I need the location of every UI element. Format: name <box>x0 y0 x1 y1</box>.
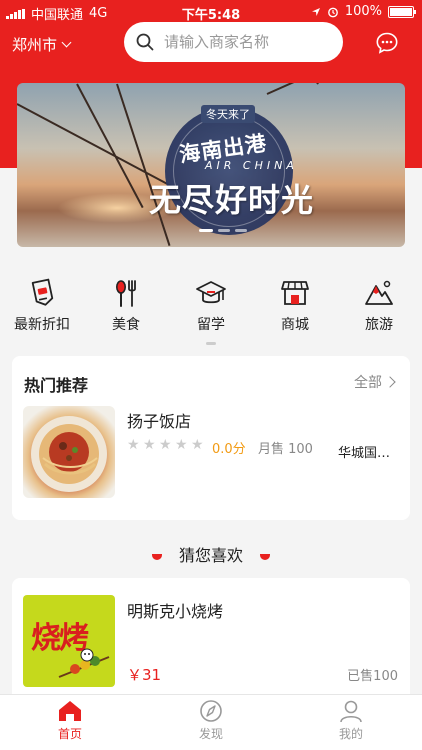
shop-sold-count: 已售100 <box>347 669 398 684</box>
search-input[interactable] <box>164 33 324 51</box>
star-icon: ★ <box>191 437 204 453</box>
bottom-tab-bar: 首页 发现 我的 <box>0 694 422 750</box>
discount-tag-icon <box>31 278 54 306</box>
compass-icon <box>200 700 222 722</box>
category-label: 旅游 <box>365 317 393 333</box>
banner-airline: AIR CHINA <box>205 159 298 172</box>
battery-label: 100% <box>344 4 382 19</box>
banner-rope <box>76 83 144 209</box>
tab-discover[interactable]: 发现 <box>171 699 251 742</box>
section-title: 猜您喜欢 <box>178 546 243 565</box>
tab-label: 我的 <box>338 727 363 741</box>
chevron-down-icon <box>61 37 72 48</box>
star-icon: ★ <box>159 437 172 453</box>
shop-thumbnail: 烧烤 <box>23 595 115 687</box>
battery-fill <box>390 7 412 16</box>
fork-spoon-icon <box>116 280 136 307</box>
search-bar[interactable] <box>124 22 343 62</box>
restaurant-location: 华城国际中心 <box>338 446 402 461</box>
star-icon: ★ <box>143 437 156 453</box>
rating-score: 0.0分 <box>212 442 246 457</box>
category-page-indicator <box>206 342 216 345</box>
list-item[interactable]: 烧烤 明斯克小烧烤 ￥31 已售100 <box>12 578 410 696</box>
hot-recommend-card: 热门推荐 全部 扬子饭店 ★ ★ ★ ★ ★ 0.0分 月售 100 华城国际中… <box>12 356 410 520</box>
top-header: 郑州市 <box>0 22 422 66</box>
monthly-sales: 月售 100 <box>258 442 313 457</box>
city-selector[interactable]: 郑州市 <box>12 34 72 55</box>
category-mall[interactable]: 商城 <box>255 278 335 334</box>
category-discount[interactable]: 最新折扣 <box>2 278 82 334</box>
graduation-cap-icon <box>196 281 226 304</box>
status-bar: 中国联通 4G 下午5:48 100% <box>0 0 422 24</box>
tab-label: 发现 <box>198 727 223 741</box>
search-icon <box>136 33 154 51</box>
category-label: 美食 <box>112 317 140 333</box>
restaurant-name[interactable]: 扬子饭店 <box>127 408 191 432</box>
rating-stars: ★ ★ ★ ★ ★ <box>127 438 205 452</box>
category-grid: 最新折扣 美食 留学 商城 旅游 <box>0 278 422 338</box>
category-label: 商城 <box>281 317 309 333</box>
shop-icon <box>281 281 309 305</box>
category-travel[interactable]: 旅游 <box>339 278 419 334</box>
tab-home[interactable]: 首页 <box>30 699 110 742</box>
tab-profile[interactable]: 我的 <box>311 699 391 742</box>
tab-label: 首页 <box>57 727 82 741</box>
view-all-link[interactable]: 全部 <box>354 372 396 392</box>
battery-icon <box>388 5 416 18</box>
promo-banner[interactable]: 冬天来了 海南出港 AIR CHINA 无尽好时光 <box>17 83 405 247</box>
skewer-icon <box>58 648 110 678</box>
home-icon <box>59 701 81 721</box>
category-label: 最新折扣 <box>14 317 70 333</box>
user-icon <box>340 700 362 723</box>
alarm-icon <box>327 7 338 17</box>
section-title: 热门推荐 <box>24 376 89 395</box>
chevron-right-icon <box>384 376 396 388</box>
banner-rope <box>316 83 380 85</box>
category-study-abroad[interactable]: 留学 <box>171 278 251 334</box>
location-arrow-icon <box>311 7 320 16</box>
message-icon[interactable] <box>375 31 399 55</box>
star-icon: ★ <box>127 437 140 453</box>
banner-rope <box>266 83 405 95</box>
star-icon: ★ <box>175 437 188 453</box>
banner-tag: 冬天来了 <box>201 105 255 123</box>
shop-name: 明斯克小烧烤 <box>127 602 224 621</box>
carousel-indicator <box>199 229 247 232</box>
category-label: 留学 <box>197 317 225 333</box>
category-food[interactable]: 美食 <box>86 278 166 334</box>
bowl-icon <box>151 553 162 560</box>
mountain-icon <box>365 280 393 305</box>
city-label: 郑州市 <box>12 36 58 54</box>
noodle-dish-image <box>31 416 107 492</box>
restaurant-thumbnail[interactable] <box>23 406 115 498</box>
shop-price: ￥31 <box>127 666 162 684</box>
banner-slogan: 无尽好时光 <box>149 181 315 219</box>
guess-you-like-header: 猜您喜欢 <box>0 542 422 566</box>
bowl-icon <box>260 553 271 560</box>
view-all-label: 全部 <box>354 375 382 391</box>
